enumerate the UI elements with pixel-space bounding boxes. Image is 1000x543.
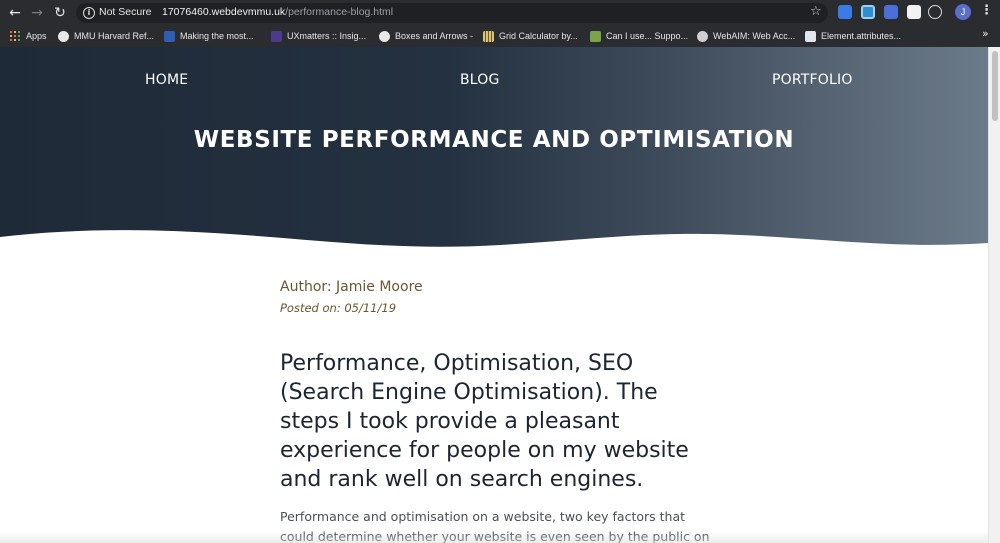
bookmark-item[interactable]: Can I use... Suppo... <box>590 28 688 44</box>
bookmark-label: Boxes and Arrows - <box>395 31 474 41</box>
nav-blog-link[interactable]: BLOG <box>460 72 500 88</box>
bookmark-item[interactable]: UXmatters :: Insig... <box>271 28 366 44</box>
wave-divider <box>0 230 988 265</box>
forward-arrow-icon[interactable]: → <box>27 3 47 23</box>
apps-grid-icon <box>10 31 20 41</box>
ux-icon <box>271 30 282 42</box>
bookmark-label: Making the most... <box>180 31 254 41</box>
bookmark-label: Grid Calculator by... <box>499 31 578 41</box>
extension-icon[interactable] <box>838 5 852 19</box>
bookmark-star-icon[interactable]: ☆ <box>810 4 822 19</box>
post-title: Performance, Optimisation, SEO (Search E… <box>280 351 689 492</box>
mdn-icon <box>805 30 816 42</box>
chevron-more-icon[interactable]: » <box>982 27 989 40</box>
profile-avatar[interactable]: J <box>955 4 971 20</box>
bookmark-label: Element.attributes... <box>821 31 902 41</box>
bookmark-label: MMU Harvard Ref... <box>74 31 155 41</box>
nav-portfolio-link[interactable]: PORTFOLIO <box>772 72 853 88</box>
address-bar[interactable]: i Not Secure 17076460.webdevmmu.uk/perfo… <box>76 3 828 23</box>
bookmark-item[interactable]: MMU Harvard Ref... <box>58 28 154 44</box>
bookmark-item[interactable]: Grid Calculator by... <box>483 28 578 44</box>
browser-chrome: ← → ↻ i Not Secure 17076460.webdevmmu.uk… <box>0 0 1000 47</box>
browser-menu-icon[interactable]: ⋮ <box>980 3 993 18</box>
word-doc-icon <box>164 30 175 42</box>
bookmark-label: Apps <box>26 31 47 41</box>
blog-post: Author: Jamie Moore Posted on: 05/11/19 … <box>280 279 720 543</box>
security-label: Not Secure <box>99 6 152 18</box>
bookmark-label: WebAIM: Web Acc... <box>713 31 796 41</box>
bottom-shadow <box>0 531 988 543</box>
post-author: Author: Jamie Moore <box>280 279 423 295</box>
post-date: Posted on: 05/11/19 <box>280 301 397 315</box>
grid-icon <box>483 30 494 42</box>
back-arrow-icon[interactable]: ← <box>5 3 25 23</box>
page-viewport: HOME BLOG PORTFOLIO WEBSITE PERFORMANCE … <box>0 47 988 543</box>
info-icon[interactable]: i <box>83 7 95 19</box>
browser-toolbar: ← → ↻ i Not Secure 17076460.webdevmmu.uk… <box>0 0 1000 25</box>
webaim-icon <box>697 30 708 42</box>
scrollbar-thumb[interactable] <box>992 51 998 121</box>
page-title: WEBSITE PERFORMANCE AND OPTIMISATION <box>193 127 795 153</box>
bookmark-apps[interactable]: Apps <box>10 28 47 44</box>
hero-header: HOME BLOG PORTFOLIO WEBSITE PERFORMANCE … <box>0 47 988 252</box>
bookmark-item[interactable]: Making the most... <box>164 28 254 44</box>
bookmarks-bar: Apps MMU Harvard Ref... Making the most.… <box>0 26 1000 46</box>
bookmark-item[interactable]: Boxes and Arrows - <box>379 28 473 44</box>
nav-home-link[interactable]: HOME <box>145 72 188 88</box>
globe-icon <box>379 30 390 42</box>
extension-icon[interactable] <box>884 5 898 19</box>
caniuse-icon <box>590 30 601 42</box>
bookmark-label: Can I use... Suppo... <box>606 31 689 41</box>
page-scrollbar[interactable] <box>988 47 1000 543</box>
extension-icon[interactable] <box>928 5 942 19</box>
extension-icon[interactable] <box>861 5 875 19</box>
bookmark-label: UXmatters :: Insig... <box>287 31 367 41</box>
extension-icon[interactable] <box>907 5 921 19</box>
reload-icon[interactable]: ↻ <box>50 3 70 23</box>
bookmark-item[interactable]: Element.attributes... <box>805 28 901 44</box>
url-path: /performance-blog.html <box>285 6 394 18</box>
globe-icon <box>58 30 69 42</box>
bookmark-item[interactable]: WebAIM: Web Acc... <box>697 28 795 44</box>
url-host: 17076460.webdevmmu.uk <box>162 6 286 18</box>
url-text[interactable]: 17076460.webdevmmu.uk/performance-blog.h… <box>162 6 393 18</box>
